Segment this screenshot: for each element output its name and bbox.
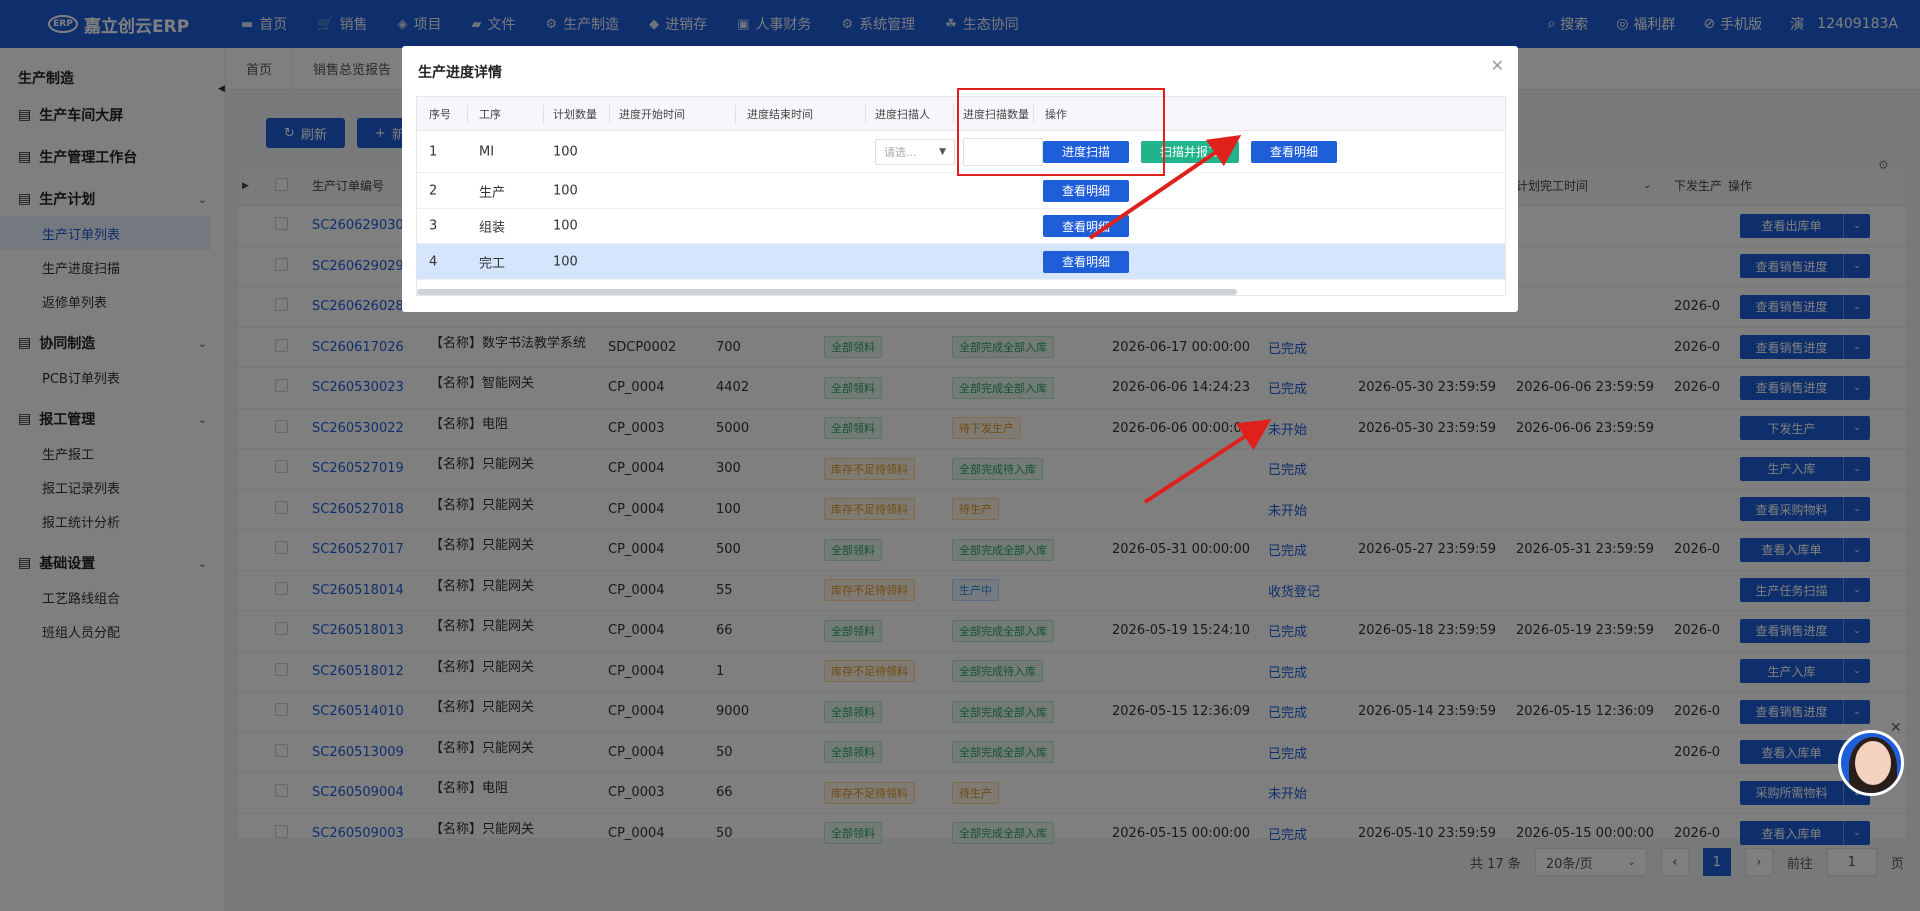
col-process: 工序	[479, 107, 501, 121]
progress-row-selected: 4 完工 100 查看明细	[417, 244, 1505, 280]
progress-row: 2 生产 100 查看明细	[417, 173, 1505, 209]
horizontal-scrollbar[interactable]	[417, 289, 1237, 295]
annotation-highlight-box	[957, 88, 1165, 176]
close-icon[interactable]: ✕	[1491, 56, 1504, 75]
scanner-select[interactable]: 请选... ▼	[875, 138, 955, 165]
progress-detail-dialog: 生产进度详情 ✕ 序号 工序 计划数量 进度开始时间 进度结束时间 进度扫描人 …	[402, 46, 1518, 312]
col-end-time: 进度结束时间	[747, 107, 813, 121]
col-seq: 序号	[429, 107, 451, 121]
view-detail-button[interactable]: 查看明细	[1043, 215, 1129, 237]
col-scanner: 进度扫描人	[875, 107, 930, 121]
col-start-time: 进度开始时间	[619, 107, 685, 121]
view-detail-button[interactable]: 查看明细	[1043, 250, 1129, 273]
caret-down-icon: ▼	[939, 146, 946, 157]
view-detail-button[interactable]: 查看明细	[1043, 179, 1129, 202]
col-plan-qty: 计划数量	[553, 107, 597, 121]
dialog-title: 生产进度详情	[418, 65, 502, 81]
view-detail-button[interactable]: 查看明细	[1251, 140, 1337, 163]
close-avatar-icon[interactable]: ✕	[1890, 720, 1902, 736]
support-avatar[interactable]	[1838, 730, 1904, 796]
progress-row: 3 组装 100 查看明细	[417, 209, 1505, 244]
